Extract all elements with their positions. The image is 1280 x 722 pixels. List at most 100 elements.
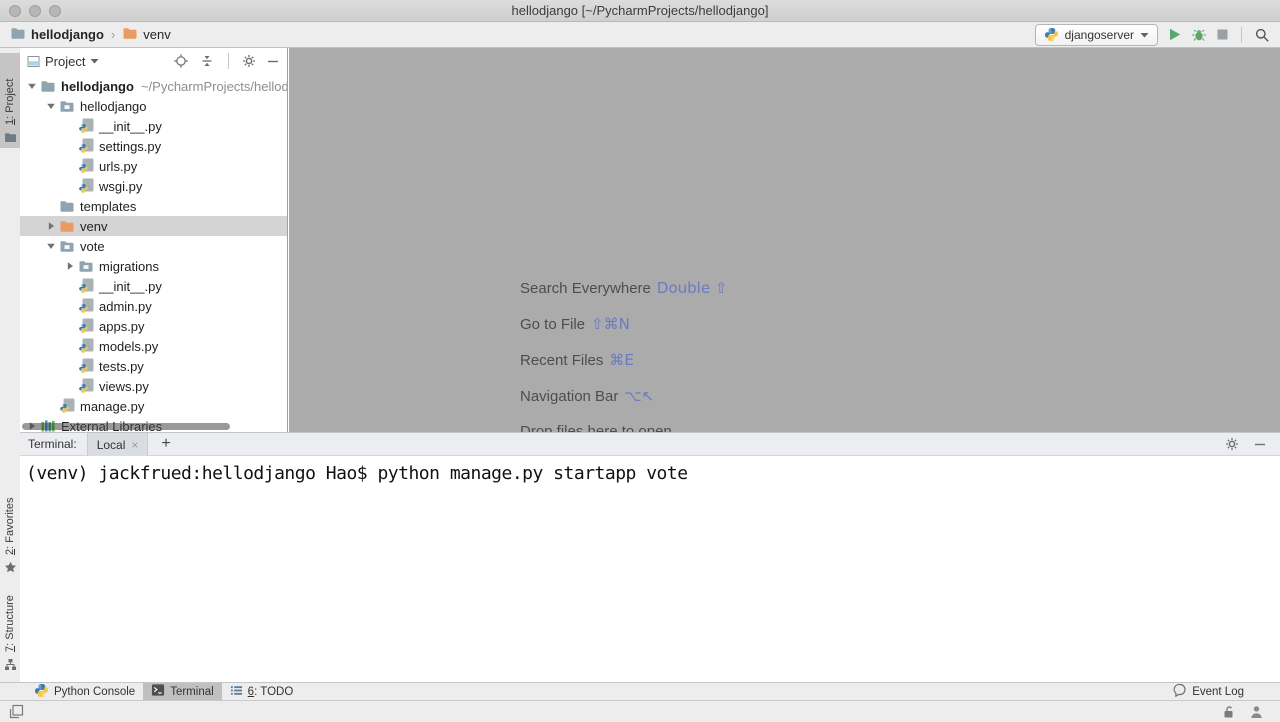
tree-item-label: hellodjango [61,79,134,94]
python-file-icon [78,158,94,174]
tree-item-label: admin.py [99,299,152,314]
tree-item-label: urls.py [99,159,137,174]
terminal-tab-local[interactable]: Local× [87,433,149,456]
tree-row-models.py[interactable]: models.py [20,336,287,356]
python-file-icon [78,358,94,374]
close-window-button[interactable] [9,5,21,17]
tree-item-label: vote [80,239,105,254]
toolwindow-button-python-console[interactable]: Python Console [26,683,143,700]
tree-row-tests.py[interactable]: tests.py [20,356,287,376]
hide-panel-button[interactable] [266,54,280,68]
terminal-settings-button[interactable] [1225,437,1239,451]
shortcut-hint: Navigation Bar⌥↖ [520,378,727,414]
shortcut-keys: ⇧⌘N [591,315,630,333]
debug-button[interactable] [1191,27,1207,43]
new-terminal-tab-button[interactable]: + [161,435,170,453]
tree-row-settings.py[interactable]: settings.py [20,136,287,156]
terminal-prompt-line: (venv) jackfrued:hellodjango Hao$ python… [26,463,688,484]
search-everywhere-button[interactable] [1254,27,1270,43]
editor-shortcut-hints: Search EverywhereDouble ⇧Go to File⇧⌘NRe… [520,270,727,450]
traffic-lights [9,5,61,17]
horizontal-scrollbar[interactable] [22,423,230,430]
tree-row-admin.py[interactable]: admin.py [20,296,287,316]
collapse-all-button[interactable] [199,53,215,69]
stripe-tab--favorites[interactable]: 2: Favorites [0,486,20,578]
tree-item-path: ~/PycharmProjects/hellodjango [141,79,288,94]
python-logo-icon [1044,27,1059,42]
tree-item-label: tests.py [99,359,144,374]
tree-down-arrow-icon[interactable] [43,101,59,111]
panel-settings-button[interactable] [242,54,256,68]
tree-row-venv[interactable]: venv [20,216,287,236]
project-view-selector[interactable]: Project [45,54,85,69]
python-file-icon [78,178,94,194]
tree-row-hellodjango[interactable]: hellodjango [20,96,287,116]
stripe-tab--project[interactable]: 1: Project [0,53,20,148]
folder-blue-icon [10,25,26,44]
minimize-window-button[interactable] [29,5,41,17]
tree-item-label: views.py [99,379,149,394]
run-button[interactable] [1167,27,1182,42]
tree-row-hellodjango[interactable]: hellodjango ~/PycharmProjects/hellodjango [20,76,287,96]
chevron-down-icon [1140,32,1149,38]
shortcut-action: Recent Files [520,352,603,369]
tree-item-label: manage.py [80,399,144,414]
tree-row-urls.py[interactable]: urls.py [20,156,287,176]
navigation-toolbar: hellodjango›venv djangoserver [0,22,1280,48]
balloon-icon [1173,683,1187,700]
unlocked-padlock-icon[interactable] [1222,705,1235,719]
shortcut-keys: ⌥↖ [624,387,654,405]
tree-row-__init__.py[interactable]: __init__.py [20,116,287,136]
zoom-window-button[interactable] [49,5,61,17]
close-tab-icon[interactable]: × [131,438,138,452]
tree-right-arrow-icon[interactable] [62,261,78,271]
breadcrumb-label: hellodjango [31,27,104,42]
python-file-icon [59,398,75,414]
structure-icon [4,658,17,671]
python-file-icon [78,338,94,354]
tree-row-migrations[interactable]: migrations [20,256,287,276]
shortcut-keys: Double ⇧ [657,279,728,297]
chevron-down-icon [90,58,99,64]
stop-button[interactable] [1216,28,1229,41]
toolwindow-button-terminal[interactable]: Terminal [143,683,221,700]
toolwindow-button-event-log[interactable]: Event Log [1165,683,1252,700]
project-panel-header: Project [20,48,287,74]
stripe-tab--structure[interactable]: 7: Structure [0,581,20,675]
folder-package-icon [59,98,75,114]
folder-blue-icon [59,198,75,214]
hide-terminal-button[interactable] [1253,437,1267,451]
toolwindow-button-label: 6: TODO [248,686,294,698]
project-view-icon [27,55,40,68]
locate-file-button[interactable] [173,53,189,69]
project-tree: hellodjango ~/PycharmProjects/hellodjango… [20,74,287,432]
tree-row-manage.py[interactable]: manage.py [20,396,287,416]
run-configuration-select[interactable]: djangoserver [1035,24,1158,46]
tree-down-arrow-icon[interactable] [24,81,40,91]
star-icon [4,561,17,574]
toolwindow-toggle-icon[interactable] [9,704,24,719]
left-tool-stripe: 1: Project 2: Favorites 7: Structure [0,48,20,682]
tree-row-views.py[interactable]: views.py [20,376,287,396]
header-divider [228,53,229,69]
status-bar [0,700,1280,722]
python-file-icon [78,318,94,334]
folder-orange-icon [59,218,75,234]
toolwindow-bar: Python ConsoleTerminal 6: TODO Event Log [0,682,1280,700]
tree-item-label: models.py [99,339,158,354]
python-file-icon [78,138,94,154]
tree-down-arrow-icon[interactable] [43,241,59,251]
breadcrumb-item-venv[interactable]: venv [122,25,170,44]
terminal-output[interactable]: (venv) jackfrued:hellodjango Hao$ python… [20,456,1280,484]
tree-item-label: __init__.py [99,279,162,294]
breadcrumb-item-hellodjango[interactable]: hellodjango [10,25,104,44]
tree-row-wsgi.py[interactable]: wsgi.py [20,176,287,196]
tree-row-vote[interactable]: vote [20,236,287,256]
inspections-profile-icon[interactable] [1250,705,1263,719]
tree-row-__init__.py[interactable]: __init__.py [20,276,287,296]
toolwindow-button--todo[interactable]: 6: TODO [222,683,302,700]
tree-row-templates[interactable]: templates [20,196,287,216]
python-logo-icon [34,683,49,701]
tree-row-apps.py[interactable]: apps.py [20,316,287,336]
tree-right-arrow-icon[interactable] [43,221,59,231]
